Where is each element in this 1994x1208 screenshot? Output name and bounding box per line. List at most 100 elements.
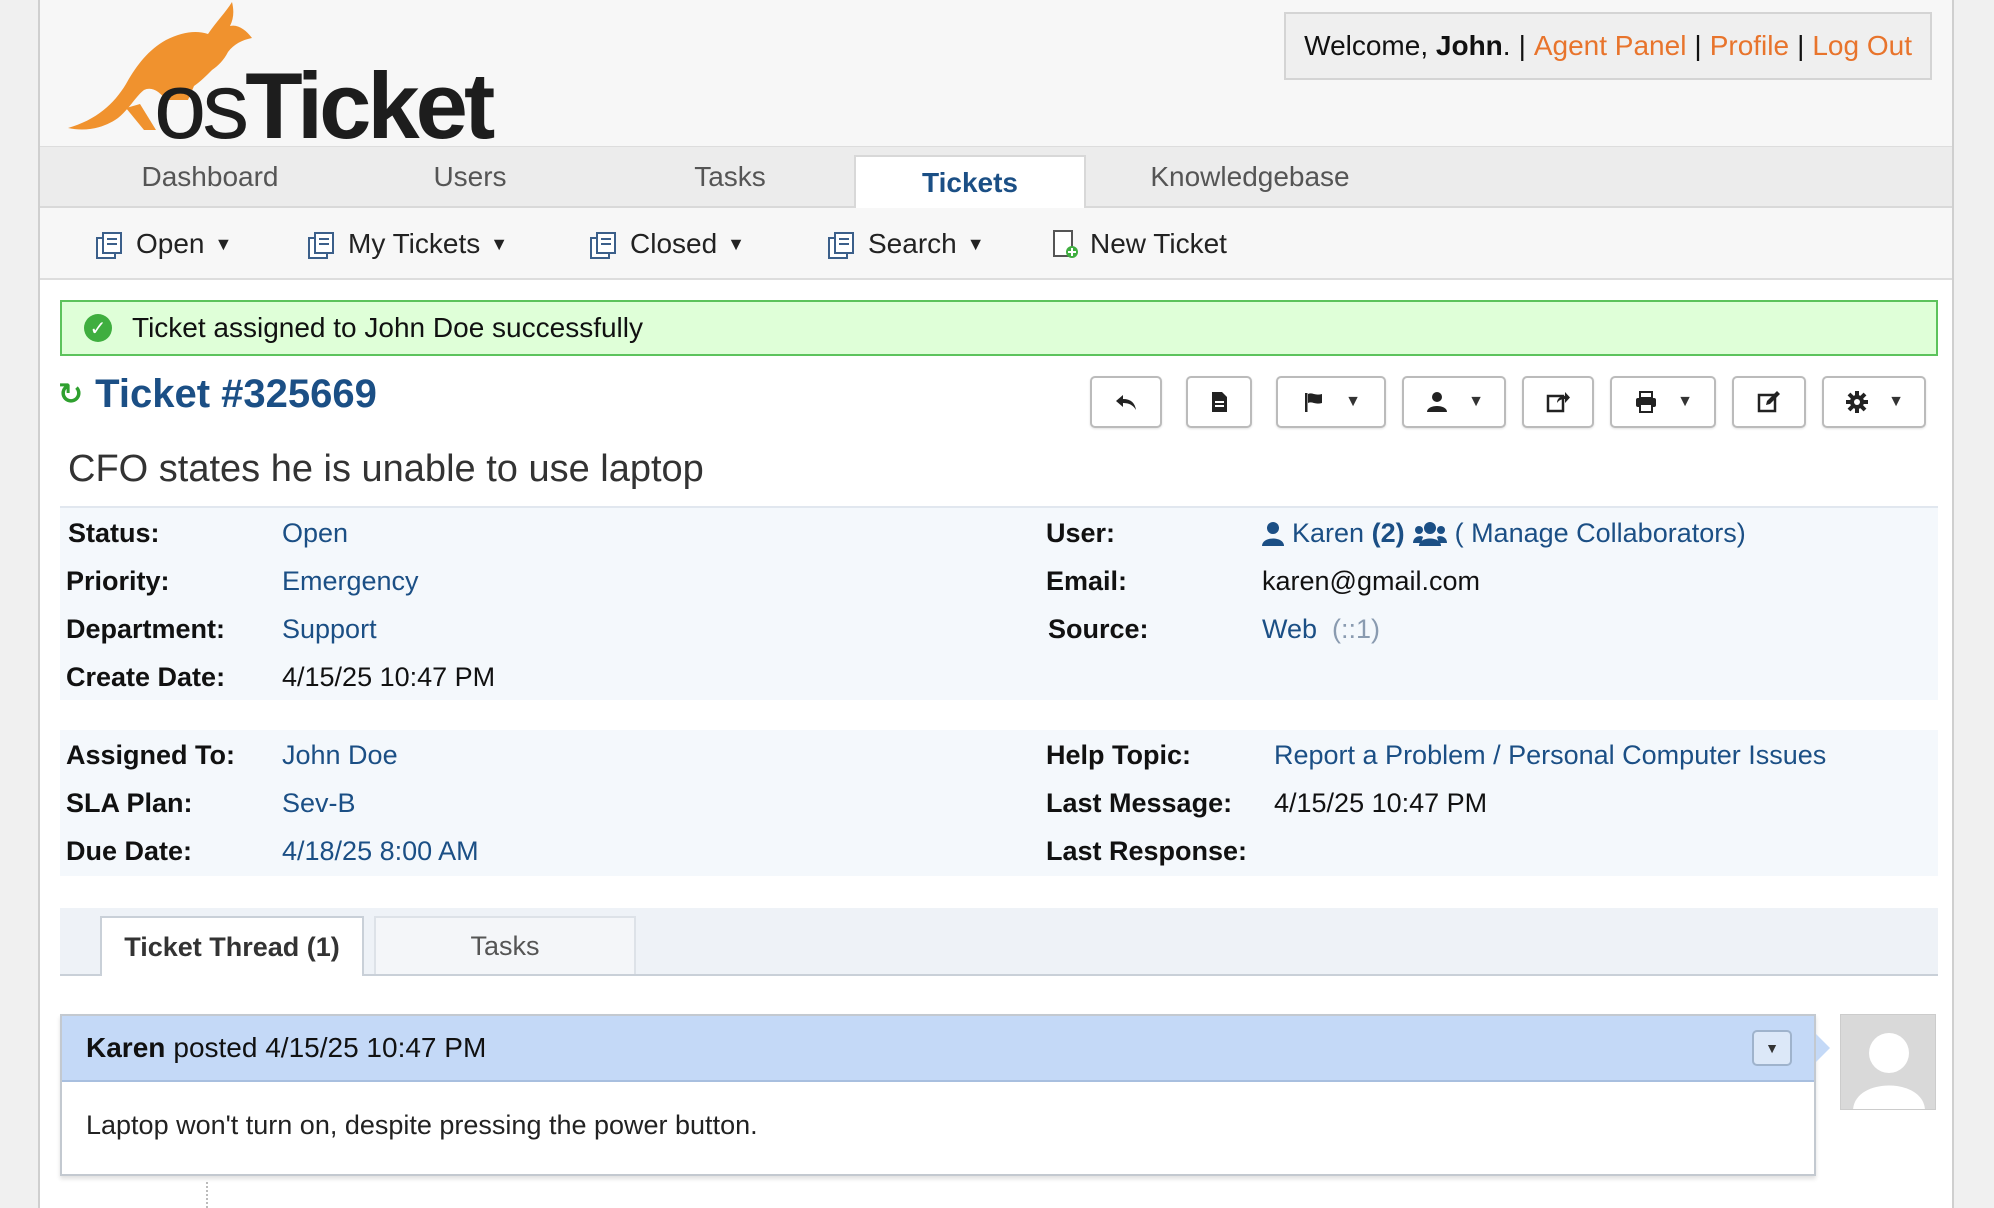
- avatar: [1840, 1014, 1936, 1110]
- reply-icon: [1116, 395, 1136, 410]
- last-response-label: Last Response:: [1046, 836, 1248, 866]
- flag-dropdown-button[interactable]: ▼: [1276, 376, 1386, 428]
- user-icon: [1262, 521, 1284, 546]
- tickets-icon: [590, 232, 616, 259]
- department-label: Department:: [66, 614, 226, 644]
- source-value: Web: [1262, 614, 1318, 644]
- ticket-title: ↻ Ticket #325669: [58, 372, 377, 417]
- caret-down-icon: ▼: [214, 233, 233, 254]
- welcome-box: Welcome, John. | Agent Panel | Profile |…: [1284, 12, 1932, 80]
- entry-pointer: [1816, 1034, 1830, 1062]
- sla-plan-value: Sev-B: [282, 788, 356, 818]
- department-value: Support: [282, 614, 377, 644]
- tab-tickets[interactable]: Tickets: [854, 155, 1086, 209]
- thread-entry-header: Karen posted 4/15/25 10:47 PM ▼: [62, 1016, 1814, 1082]
- user-ticket-count[interactable]: (2): [1372, 518, 1405, 549]
- due-date-label: Due Date:: [66, 836, 193, 866]
- create-date-value: 4/15/25 10:47 PM: [282, 662, 496, 692]
- caret-down-icon: ▼: [966, 233, 985, 254]
- subnav-new-ticket-label: New Ticket: [1090, 228, 1227, 259]
- entry-author: Karen: [86, 1032, 166, 1063]
- last-message-value: 4/15/25 10:47 PM: [1274, 788, 1488, 818]
- user-name-link[interactable]: Karen: [1292, 518, 1364, 549]
- tab-ticket-thread[interactable]: Ticket Thread (1): [100, 916, 364, 976]
- entry-body: Laptop won't turn on, despite pressing t…: [86, 1110, 758, 1140]
- ticket-number[interactable]: Ticket #325669: [95, 372, 377, 417]
- tickets-icon: [308, 232, 334, 259]
- last-message-label: Last Message:: [1046, 788, 1233, 818]
- caret-down-icon: ▼: [490, 233, 509, 254]
- caret-down-icon: ▼: [1345, 393, 1361, 410]
- email-label: Email:: [1046, 566, 1128, 596]
- subnav-my-tickets[interactable]: My Tickets ▼: [306, 226, 508, 262]
- refresh-icon[interactable]: ↻: [58, 377, 83, 412]
- main-nav: Dashboard Users Tasks Tickets Knowledgeb…: [40, 146, 1952, 209]
- priority-value: Emergency: [282, 566, 419, 596]
- subnav-new-ticket[interactable]: New Ticket: [1048, 226, 1227, 262]
- tab-users[interactable]: Users: [360, 147, 580, 207]
- reply-button[interactable]: [1090, 376, 1162, 428]
- profile-link[interactable]: Profile: [1710, 30, 1789, 62]
- entry-meta: posted 4/15/25 10:47 PM: [173, 1032, 487, 1063]
- source-ip: (::1): [1332, 614, 1381, 644]
- ticket-subject: CFO states he is unable to use laptop: [68, 448, 704, 490]
- subnav-closed[interactable]: Closed ▼: [588, 226, 745, 262]
- help-topic-value: Report a Problem / Personal Computer Iss…: [1274, 740, 1827, 770]
- note-button[interactable]: [1186, 376, 1252, 428]
- caret-down-icon: ▼: [1677, 393, 1693, 410]
- logo-wordmark: osTicket: [154, 52, 495, 160]
- caret-down-icon: ▼: [727, 233, 745, 254]
- user-value: Karen (2) ( Manage Collaborators): [1262, 518, 1746, 549]
- print-dropdown-button[interactable]: ▼: [1610, 376, 1716, 428]
- edit-button[interactable]: [1732, 376, 1806, 428]
- tab-dashboard[interactable]: Dashboard: [100, 147, 320, 207]
- subnav-search[interactable]: Search ▼: [826, 226, 985, 262]
- email-value: karen@gmail.com: [1262, 566, 1480, 596]
- welcome-prefix: Welcome,: [1304, 30, 1429, 61]
- user-icon: [1427, 392, 1448, 412]
- transfer-button[interactable]: [1522, 376, 1594, 428]
- subnav-my-tickets-label: My Tickets: [348, 228, 481, 259]
- more-settings-dropdown-button[interactable]: ▼: [1822, 376, 1926, 428]
- collaborators-icon: [1412, 521, 1447, 546]
- assign-dropdown-button[interactable]: ▼: [1402, 376, 1506, 428]
- tab-tasks-thread[interactable]: Tasks: [374, 916, 636, 974]
- tickets-icon: [828, 232, 854, 259]
- print-icon: [1636, 391, 1657, 413]
- agent-panel-link[interactable]: Agent Panel: [1534, 30, 1687, 62]
- gear-icon: [1846, 391, 1869, 413]
- subnav-open-label: Open: [136, 228, 205, 259]
- osticket-logo[interactable]: osTicket: [56, 0, 495, 158]
- assigned-to-label: Assigned To:: [66, 740, 236, 770]
- tickets-icon: [96, 232, 122, 259]
- tab-tasks[interactable]: Tasks: [620, 147, 840, 207]
- status-label: Status:: [68, 518, 160, 548]
- sla-plan-label: SLA Plan:: [66, 788, 193, 818]
- manage-collaborators-link[interactable]: ( Manage Collaborators): [1455, 518, 1746, 549]
- tab-knowledgebase[interactable]: Knowledgebase: [1130, 147, 1370, 207]
- logout-link[interactable]: Log Out: [1812, 30, 1912, 62]
- thread-entry: Karen posted 4/15/25 10:47 PM ▼ Laptop w…: [60, 1014, 1816, 1176]
- subnav-open[interactable]: Open ▼: [94, 226, 232, 262]
- alert-message: Ticket assigned to John Doe successfully: [132, 312, 643, 343]
- logo-os: os: [154, 53, 249, 158]
- new-ticket-icon: [1053, 230, 1078, 258]
- page: osTicket Welcome, John. | Agent Panel | …: [38, 0, 1954, 1208]
- due-date-value: 4/18/25 8:00 AM: [282, 836, 479, 866]
- create-date-label: Create Date:: [66, 662, 226, 692]
- priority-label: Priority:: [66, 566, 170, 596]
- assignment-info-table: Assigned To: John Doe SLA Plan: Sev-B Du…: [60, 730, 1938, 876]
- source-label: Source:: [1048, 614, 1149, 644]
- user-label: User:: [1046, 518, 1116, 548]
- success-alert: ✓ Ticket assigned to John Doe successful…: [60, 300, 1938, 356]
- status-value: Open: [282, 518, 349, 548]
- entry-options-dropdown[interactable]: ▼: [1752, 1030, 1792, 1066]
- check-circle-icon: ✓: [84, 314, 112, 342]
- default-avatar-icon: [1853, 1033, 1925, 1109]
- subnav-closed-label: Closed: [630, 228, 718, 259]
- caret-down-icon: ▼: [1468, 393, 1484, 410]
- share-icon: [1546, 392, 1570, 413]
- welcome-name: John: [1435, 30, 1503, 61]
- ticket-info-table: Status: Open Priority: Emergency Departm…: [60, 506, 1938, 700]
- flag-icon: [1305, 393, 1323, 412]
